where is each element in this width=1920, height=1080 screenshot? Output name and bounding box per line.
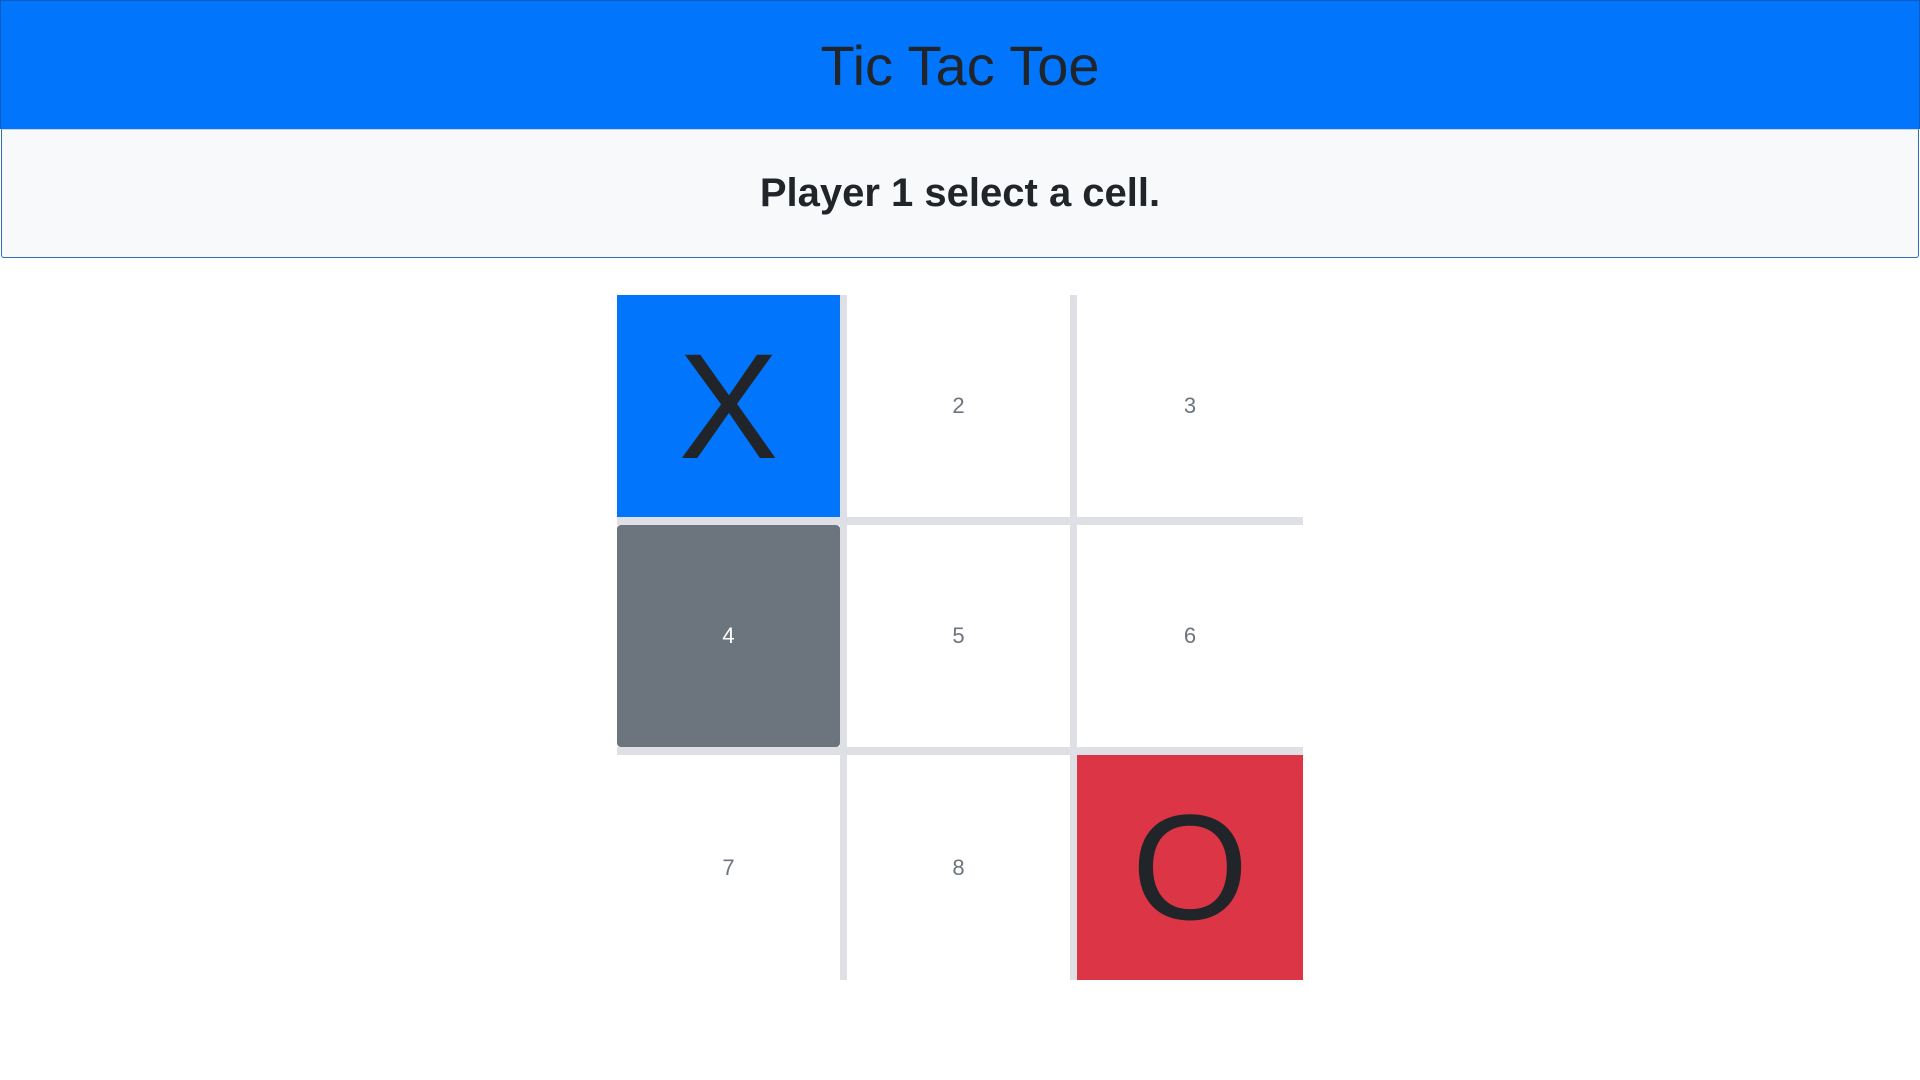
grid-line-horizontal [847, 517, 1070, 525]
grid-line-vertical [840, 295, 847, 517]
header-bar: Tic Tac Toe [0, 0, 1920, 129]
grid-line-vertical [840, 525, 847, 747]
board-cell-1[interactable]: X [617, 295, 840, 517]
grid-line-horizontal [840, 747, 847, 755]
grid-line-vertical [1070, 755, 1077, 980]
board-cell-3[interactable]: 3 [1077, 295, 1303, 517]
grid-line-horizontal [1070, 517, 1077, 525]
board-cell-4[interactable]: 4 [617, 525, 840, 747]
grid-line-horizontal [617, 747, 840, 755]
grid-line-horizontal [617, 517, 840, 525]
grid-line-vertical [1070, 525, 1077, 747]
grid-line-horizontal [1077, 747, 1303, 755]
grid-line-vertical [840, 755, 847, 980]
grid-line-horizontal [1070, 747, 1077, 755]
status-message: Player 1 select a cell. [759, 171, 1161, 215]
grid-line-vertical [1070, 295, 1077, 517]
board-cell-2[interactable]: 2 [847, 295, 1070, 517]
board-cell-8[interactable]: 8 [847, 755, 1070, 980]
grid-line-horizontal [847, 747, 1070, 755]
grid-line-horizontal [1077, 517, 1303, 525]
board-cell-5[interactable]: 5 [847, 525, 1070, 747]
grid-line-horizontal [840, 517, 847, 525]
board-cell-6[interactable]: 6 [1077, 525, 1303, 747]
page-title: Tic Tac Toe [820, 33, 1100, 97]
status-bar: Player 1 select a cell. [1, 129, 1919, 258]
game-board: X 2 3 4 5 6 7 8 O [617, 295, 1303, 980]
board-cell-9[interactable]: O [1077, 755, 1303, 980]
board-cell-7[interactable]: 7 [617, 755, 840, 980]
